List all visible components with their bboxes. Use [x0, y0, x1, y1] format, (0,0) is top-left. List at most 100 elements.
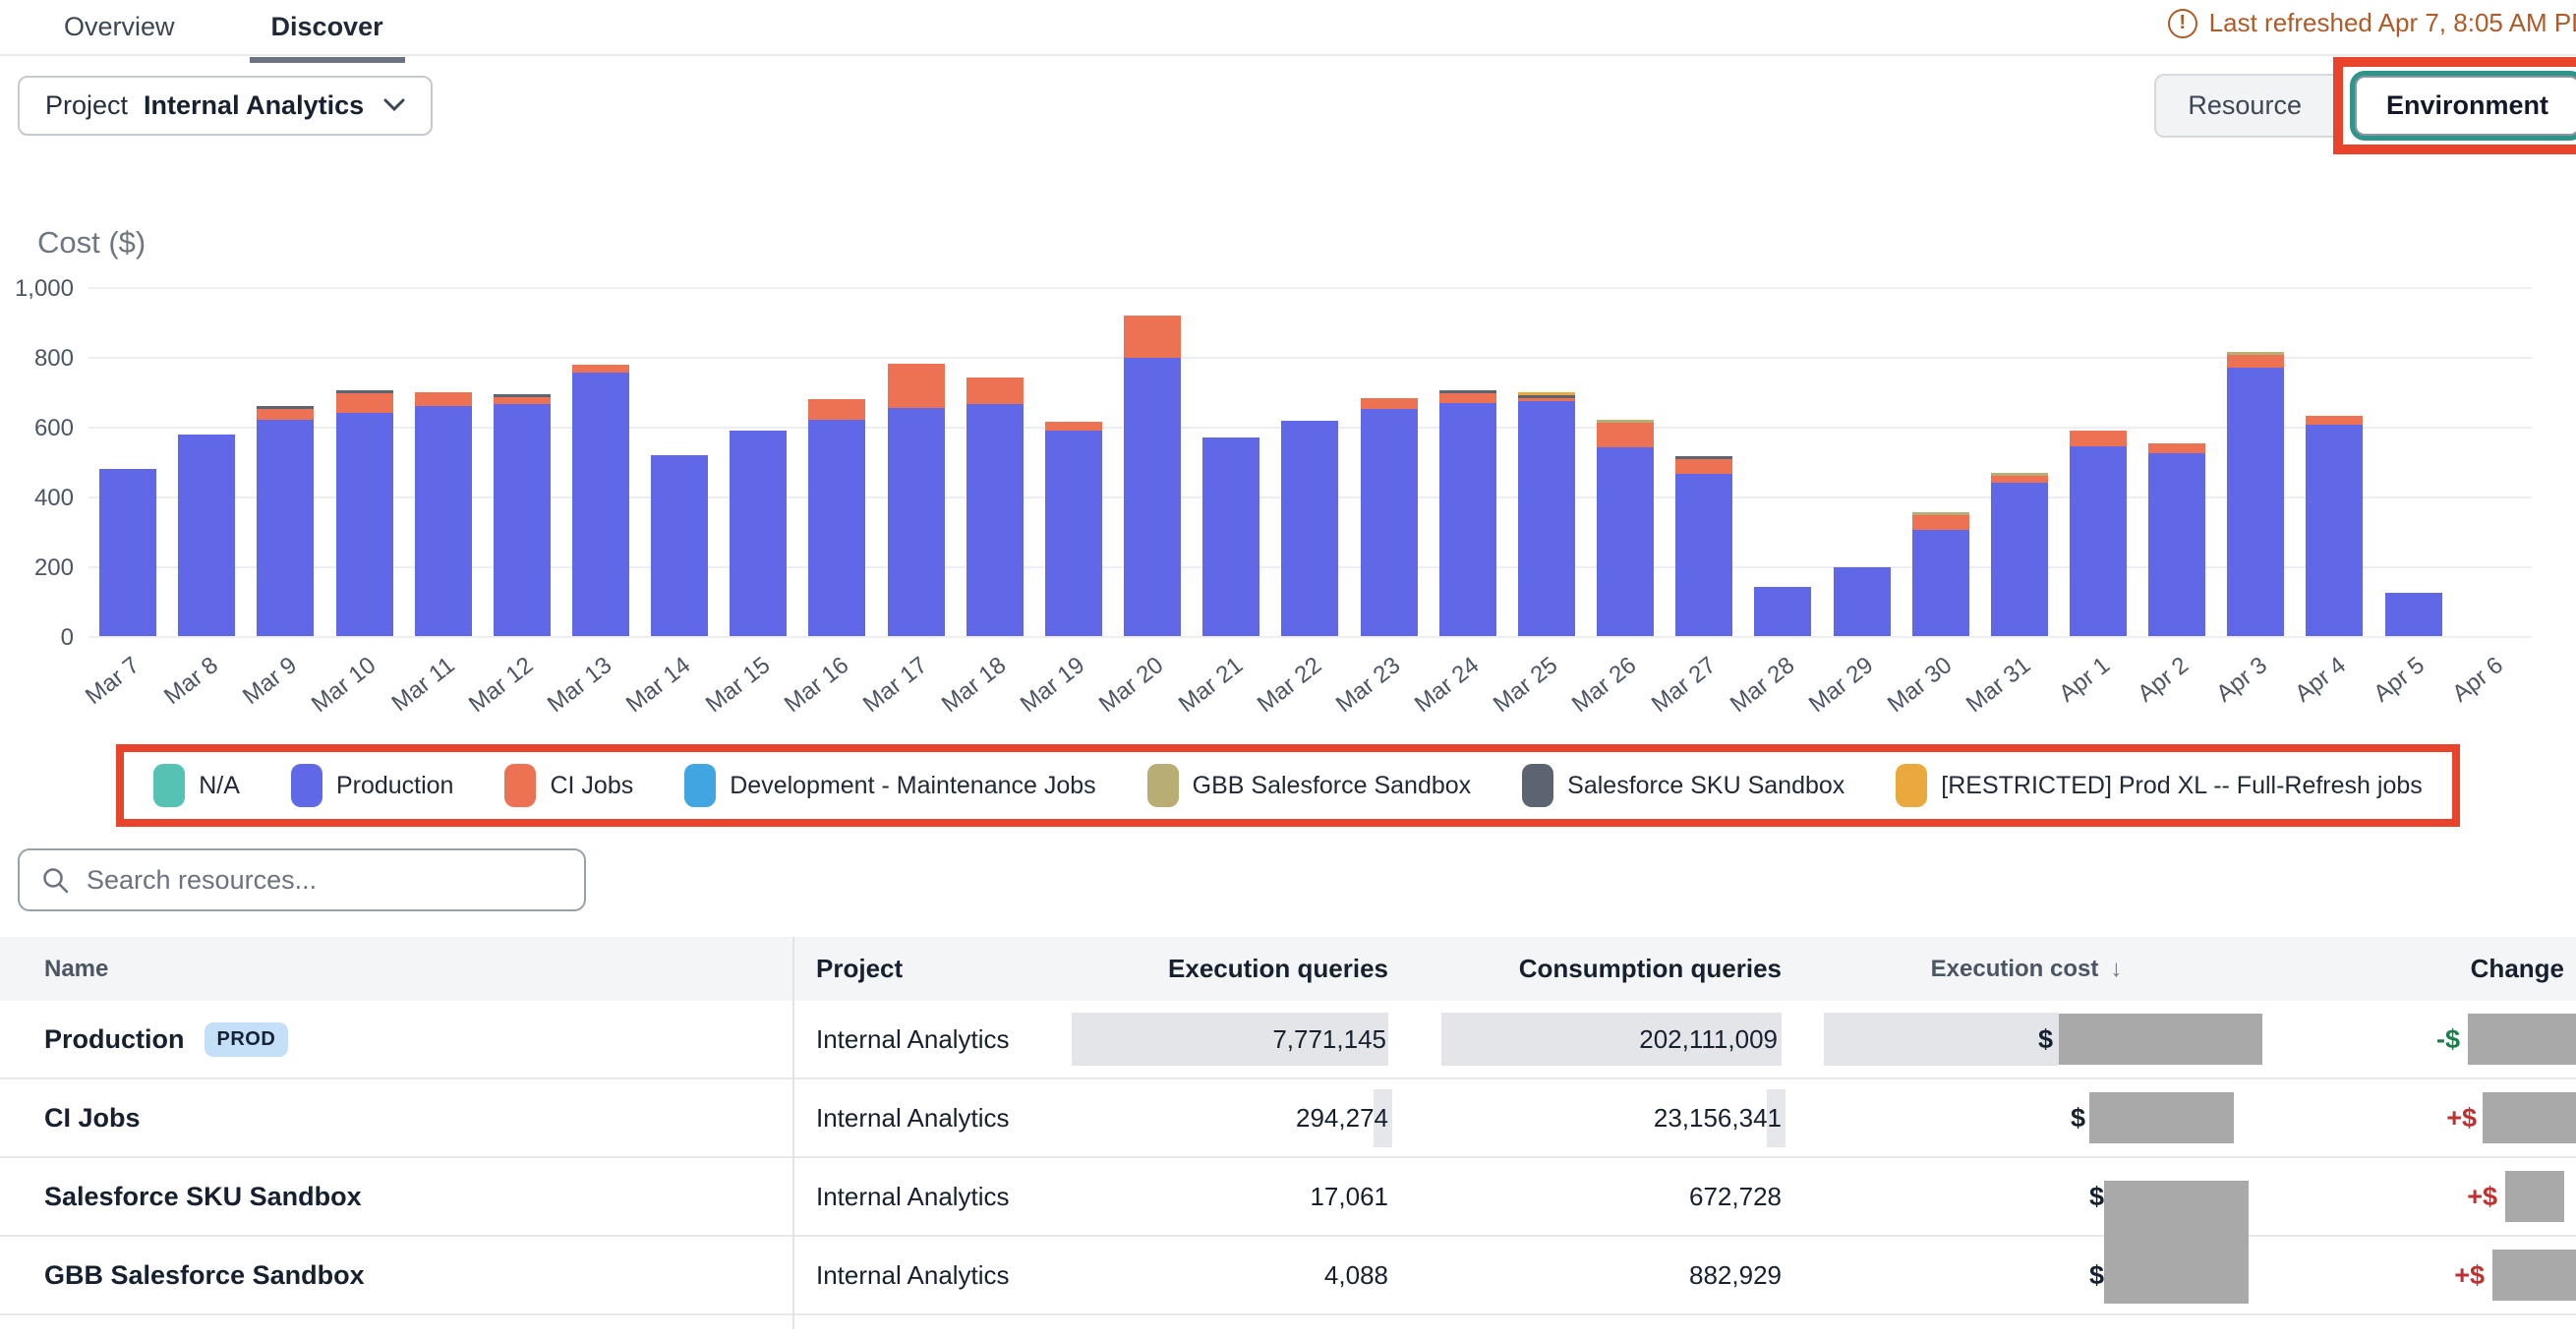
bar-mar-13[interactable]: Mar 13	[561, 284, 640, 636]
legend-item-production[interactable]: Production	[291, 764, 454, 807]
cost-currency-prefix: $	[2071, 1103, 2085, 1134]
bar-mar-23[interactable]: Mar 23	[1350, 284, 1429, 636]
bar-apr-6[interactable]: Apr 6	[2453, 284, 2532, 636]
consumption-queries-cell: 672,728	[1388, 1182, 1782, 1212]
bar-stack	[494, 394, 551, 636]
segment-production	[1281, 421, 1338, 636]
frozen-column-divider	[792, 937, 794, 1329]
segment-production	[1912, 530, 1969, 636]
project-cell: Internal Analytics	[792, 1182, 1072, 1212]
search-box[interactable]	[18, 848, 586, 911]
bar-stack	[1361, 398, 1418, 636]
segment-production	[257, 420, 314, 636]
segment-production	[1834, 567, 1891, 636]
column-header-change[interactable]: Change	[2271, 954, 2576, 984]
filter-toolbar: Project Internal Analytics Resource Envi…	[0, 56, 2576, 154]
bar-mar-21[interactable]: Mar 21	[1192, 284, 1270, 636]
sort-desc-arrow-icon[interactable]: ↓	[2110, 956, 2122, 983]
bar-mar-11[interactable]: Mar 11	[404, 284, 483, 636]
segment-ci-jobs	[1439, 393, 1496, 403]
segment-production	[178, 435, 235, 636]
chevron-down-icon	[383, 98, 405, 112]
column-header-execution-cost[interactable]: Execution cost ↓	[1782, 956, 2271, 983]
segment-production	[99, 469, 156, 636]
segment-production	[730, 431, 787, 636]
bar-stack	[1991, 473, 2048, 636]
bar-stack	[2148, 443, 2205, 636]
bar-stack	[2070, 431, 2127, 636]
bar-mar-10[interactable]: Mar 10	[324, 284, 403, 636]
redacted-cost-value	[2059, 1014, 2262, 1065]
tab-discover[interactable]: Discover	[262, 8, 393, 56]
bar-stack	[1834, 567, 1891, 636]
legend-color-chip	[153, 764, 185, 807]
bar-stack	[888, 364, 945, 636]
bar-mar-14[interactable]: Mar 14	[640, 284, 719, 636]
legend-item-salesforce-sku-sandbox[interactable]: Salesforce SKU Sandbox	[1522, 764, 1844, 807]
search-input[interactable]	[87, 865, 562, 896]
table-row[interactable]: CI Jobs Internal Analytics 294,274 23,15…	[0, 1079, 2576, 1158]
segment-ci-jobs	[572, 365, 629, 373]
bar-mar-19[interactable]: Mar 19	[1034, 284, 1113, 636]
bar-mar-24[interactable]: Mar 24	[1429, 284, 1507, 636]
bar-mar-20[interactable]: Mar 20	[1113, 284, 1192, 636]
bar-mar-26[interactable]: Mar 26	[1586, 284, 1665, 636]
bar-mar-31[interactable]: Mar 31	[1980, 284, 2059, 636]
segment-production	[651, 455, 708, 636]
change-sign: +$	[2467, 1182, 2497, 1212]
segment-ci-jobs	[2070, 431, 2127, 445]
resource-name-link[interactable]: Salesforce SKU Sandbox	[44, 1182, 362, 1212]
segment-ci-jobs	[1361, 398, 1418, 409]
bar-mar-27[interactable]: Mar 27	[1665, 284, 1743, 636]
bar-mar-30[interactable]: Mar 30	[1902, 284, 1980, 636]
legend-item-development-maintenance-jobs[interactable]: Development - Maintenance Jobs	[684, 764, 1095, 807]
legend-item-n-a[interactable]: N/A	[153, 764, 240, 807]
bar-apr-4[interactable]: Apr 4	[2295, 284, 2373, 636]
bar-apr-5[interactable]: Apr 5	[2374, 284, 2453, 636]
bar-mar-9[interactable]: Mar 9	[246, 284, 324, 636]
segment-ci-jobs	[1912, 515, 1969, 530]
segment-ci-jobs	[415, 392, 472, 406]
bar-mar-18[interactable]: Mar 18	[956, 284, 1034, 636]
tab-overview[interactable]: Overview	[54, 8, 185, 56]
bar-mar-22[interactable]: Mar 22	[1270, 284, 1349, 636]
environment-toggle-button[interactable]: Environment	[2355, 76, 2576, 136]
execution-queries-cell: 7,771,145	[1072, 1013, 1388, 1066]
table-row[interactable]: Production PROD Internal Analytics 7,771…	[0, 1001, 2576, 1079]
legend-label: Production	[336, 772, 454, 800]
legend-item-gbb-salesforce-sandbox[interactable]: GBB Salesforce Sandbox	[1147, 764, 1472, 807]
column-header-name[interactable]: Name	[0, 956, 792, 983]
bar-mar-16[interactable]: Mar 16	[797, 284, 876, 636]
resource-name-link[interactable]: GBB Salesforce Sandbox	[44, 1260, 365, 1291]
bar-mar-17[interactable]: Mar 17	[877, 284, 956, 636]
bar-mar-7[interactable]: Mar 7	[88, 284, 167, 636]
bar-apr-2[interactable]: Apr 2	[2137, 284, 2216, 636]
legend-item--restricted-prod-xl-full-refresh-jobs[interactable]: [RESTRICTED] Prod XL -- Full-Refresh job…	[1896, 764, 2422, 807]
bar-mar-8[interactable]: Mar 8	[167, 284, 246, 636]
resource-toggle-button[interactable]: Resource	[2154, 74, 2333, 138]
column-header-project[interactable]: Project	[792, 954, 1072, 984]
alert-circle-icon: !	[2168, 9, 2197, 38]
bar-mar-12[interactable]: Mar 12	[483, 284, 561, 636]
segment-ci-jobs	[2306, 416, 2363, 425]
bar-mar-28[interactable]: Mar 28	[1743, 284, 1822, 636]
search-row	[18, 848, 2576, 911]
column-header-execution-queries[interactable]: Execution queries	[1072, 954, 1388, 984]
bar-apr-1[interactable]: Apr 1	[2059, 284, 2137, 636]
bar-apr-3[interactable]: Apr 3	[2216, 284, 2295, 636]
bar-mar-25[interactable]: Mar 25	[1507, 284, 1586, 636]
resource-name-link[interactable]: CI Jobs	[44, 1103, 141, 1134]
bar-stack	[2385, 593, 2442, 636]
segment-ci-jobs	[808, 399, 865, 420]
prod-badge: PROD	[205, 1022, 289, 1057]
legend-label: GBB Salesforce Sandbox	[1193, 772, 1472, 800]
bar-mar-29[interactable]: Mar 29	[1822, 284, 1901, 636]
legend-item-ci-jobs[interactable]: CI Jobs	[504, 764, 633, 807]
redacted-change-value	[2483, 1092, 2576, 1143]
project-filter-dropdown[interactable]: Project Internal Analytics	[18, 76, 433, 136]
bar-mar-15[interactable]: Mar 15	[719, 284, 797, 636]
column-header-consumption-queries[interactable]: Consumption queries	[1388, 954, 1782, 984]
resource-name-link[interactable]: Production	[44, 1024, 185, 1055]
change-sign: +$	[2454, 1260, 2485, 1291]
segment-production	[1202, 437, 1259, 636]
